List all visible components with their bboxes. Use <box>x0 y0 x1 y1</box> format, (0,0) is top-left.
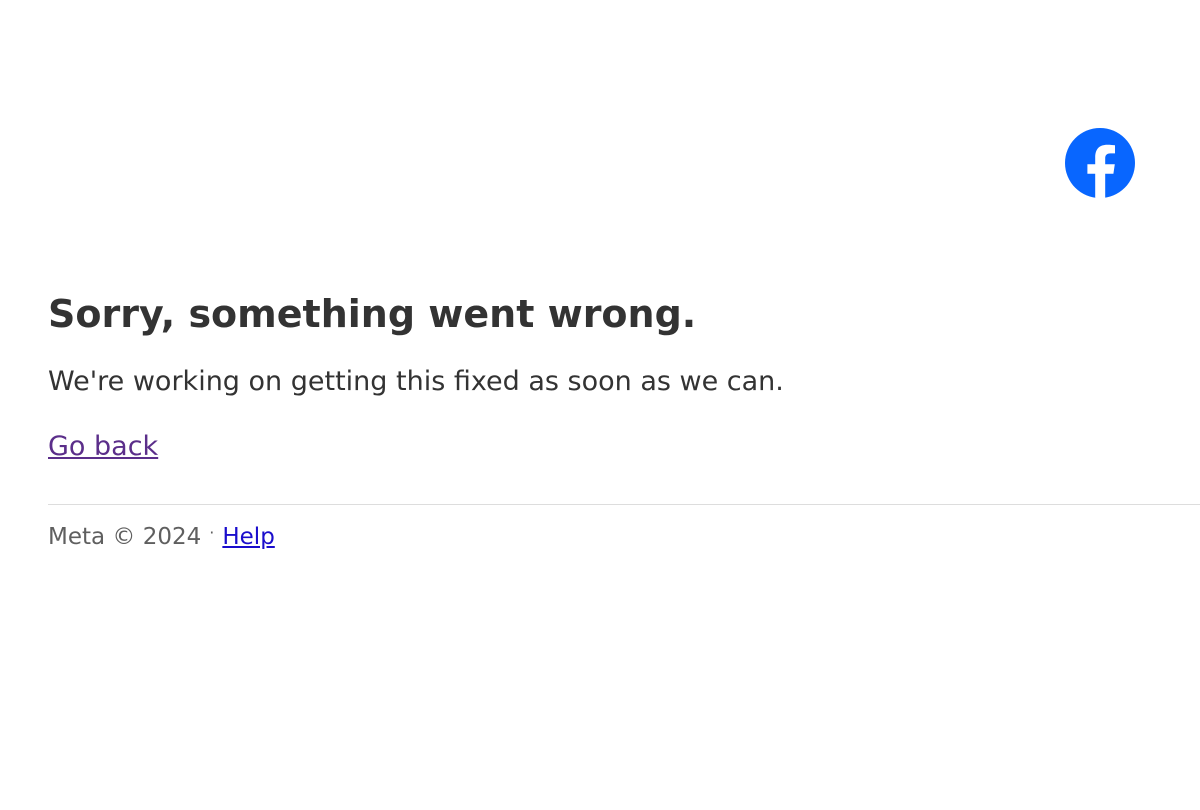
footer: Meta © 2024 · Help <box>48 516 275 554</box>
error-title: Sorry, something went wrong. <box>48 292 697 336</box>
error-content: Sorry, something went wrong. We're worki… <box>48 290 1200 464</box>
footer-separator: · <box>209 523 215 542</box>
help-link[interactable]: Help <box>222 524 274 550</box>
footer-divider <box>48 504 1200 505</box>
error-message: We're working on getting this fixed as s… <box>48 366 784 397</box>
go-back-link[interactable]: Go back <box>48 430 158 464</box>
facebook-logo-icon[interactable] <box>1064 127 1136 199</box>
copyright-text: Meta © 2024 <box>48 524 202 550</box>
facebook-logo-svg <box>1065 128 1135 199</box>
